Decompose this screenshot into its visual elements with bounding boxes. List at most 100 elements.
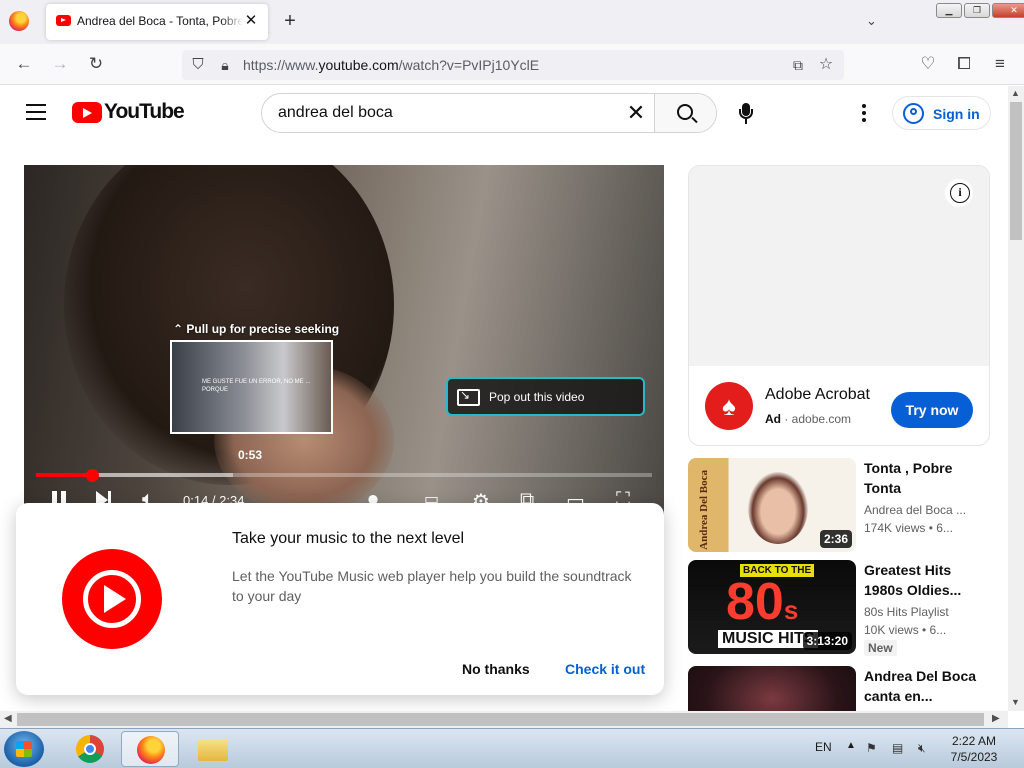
back-icon[interactable]: ← [14,54,34,74]
settings-kebab-icon[interactable] [860,104,868,122]
close-tab-icon[interactable]: ✕ [242,12,260,30]
input-language[interactable]: EN [815,740,832,754]
account-circle-icon [903,103,924,124]
channel-name[interactable]: Andrea del Boca ... [864,503,966,517]
extensions-icon[interactable]: ⧠ [954,54,974,74]
youtube-music-logo-icon [62,549,162,649]
taskbar-file-explorer[interactable] [184,731,242,767]
horizontal-scrollbar[interactable]: ◀ ▶ [0,711,1008,728]
youtube-logo-text[interactable]: YouTube [104,100,185,124]
search-button[interactable] [654,94,716,132]
taskbar-chrome[interactable] [60,731,118,767]
pocket-icon[interactable]: ♡ [918,54,938,74]
lock-icon[interactable]: 🔒︎ [215,55,235,75]
vertical-scrollbar[interactable]: ▲ ▼ [1008,86,1024,711]
new-badge: New [864,640,897,656]
horizontal-scroll-thumb[interactable] [17,713,984,726]
youtube-favicon-icon [56,15,71,26]
seek-hover-time: 0:53 [238,448,263,462]
taskbar-firefox[interactable] [121,731,179,767]
ad-card[interactable]: ♠ Adobe Acrobat Ad · adobe.com Try now [688,165,990,446]
scroll-down-arrow-icon[interactable]: ▼ [1011,697,1020,707]
browser-toolbar: ← → ↻ ⛉ 🔒︎ https://www.youtube.com/watch… [0,44,1024,85]
search-input[interactable] [262,94,656,132]
guide-menu-icon[interactable] [26,104,46,120]
list-all-tabs-icon[interactable]: ⌄ [866,13,877,29]
new-tab-button[interactable]: + [280,11,300,31]
tab-title: Andrea del Boca - Tonta, Pobre [77,14,243,28]
youtube-music-promo-dialog: Take your music to the next level Let th… [16,503,664,695]
video-thumbnail[interactable] [688,666,856,711]
chrome-icon [76,735,104,763]
minimize-window-button[interactable]: ▁ [936,3,962,18]
voice-search-mic-icon[interactable] [732,99,760,127]
network-icon[interactable]: ▤ [892,741,906,755]
bookmark-star-icon[interactable]: ☆ [816,55,836,75]
ad-badge: Ad [765,412,781,426]
video-thumbnail[interactable]: BACK TO THE 80s MUSIC HITS 3:13:20 [688,560,856,654]
video-title[interactable]: Tonta , Pobre Tonta [864,458,982,498]
folder-icon [198,739,228,761]
precise-seeking-hint: ⌃ Pull up for precise seeking [173,322,340,336]
clock-time: 2:22 AM [951,734,997,748]
ad-media[interactable] [689,166,989,366]
seek-preview-thumbnail: ME GUSTE FUE UN ERROR, NO ME ... PORQUE [170,340,333,434]
ad-info-icon[interactable] [945,179,973,207]
close-window-button[interactable]: ✕ [992,3,1024,18]
scrubber-handle[interactable] [86,469,100,482]
no-thanks-button[interactable]: No thanks [462,661,530,677]
system-clock[interactable]: 2:22 AM 7/5/2023 [944,733,1004,765]
seek-preview-caption: ME GUSTE FUE UN ERROR, NO ME ... PORQUE [202,379,311,393]
reload-icon[interactable]: ↻ [86,54,106,74]
action-center-flag-icon[interactable]: ⚑ [866,741,880,755]
thumbnail-text: Andrea Del Boca [698,470,710,550]
firefox-icon[interactable] [9,11,29,31]
video-thumbnail[interactable]: Andrea Del Boca 2:36 [688,458,856,552]
maximize-window-button[interactable]: ❐ [964,3,990,18]
video-title[interactable]: Andrea Del Boca canta en... [864,666,982,706]
app-menu-icon[interactable]: ≡ [990,54,1010,74]
tracking-protection-shield-icon[interactable]: ⛉ [188,55,208,75]
scroll-up-arrow-icon[interactable]: ▲ [1011,88,1020,98]
url-text[interactable]: https://www.youtube.com/watch?v=PvIPj10Y… [243,57,539,73]
start-button-icon[interactable] [4,731,44,767]
recommendation-item[interactable]: BACK TO THE 80s MUSIC HITS 3:13:20 Great… [688,560,990,656]
ad-domain: adobe.com [791,412,852,426]
promo-body: Let the YouTube Music web player help yo… [232,568,632,604]
youtube-logo-icon[interactable] [72,102,102,123]
recommendation-item[interactable]: Andrea Del Boca 2:36 Tonta , Pobre Tonta… [688,458,990,552]
played-bar [36,473,93,477]
sign-in-button[interactable]: Sign in [892,96,991,130]
video-duration: 3:13:20 [802,632,852,650]
forward-icon[interactable]: → [50,54,70,74]
pop-out-label: Pop out this video [489,390,585,404]
windows-taskbar: EN ▲ ⚑ ▤ 🔇︎ 2:22 AM 7/5/2023 [0,728,1024,768]
search-icon [677,104,693,120]
scroll-left-arrow-icon[interactable]: ◀ [4,713,12,724]
video-meta: 10K views • 6... [864,623,947,637]
browser-tab[interactable]: Andrea del Boca - Tonta, Pobre ✕ [46,4,268,40]
progress-bar[interactable] [36,469,652,482]
ad-title[interactable]: Adobe Acrobat [765,386,870,404]
firefox-taskbar-icon [137,736,165,764]
check-it-out-button[interactable]: Check it out [565,661,645,677]
clear-search-icon[interactable]: ✕ [624,101,648,125]
try-now-button[interactable]: Try now [891,392,973,428]
adobe-acrobat-logo-icon: ♠ [705,382,753,430]
pop-out-video-button[interactable]: Pop out this video [446,377,645,416]
channel-name[interactable]: 80s Hits Playlist [864,605,949,619]
video-player[interactable]: ⌃ Pull up for precise seeking ME GUSTE F… [24,165,664,525]
scroll-right-arrow-icon[interactable]: ▶ [992,713,1000,724]
address-bar[interactable]: ⛉ 🔒︎ https://www.youtube.com/watch?v=PvI… [182,50,844,80]
speaker-muted-icon[interactable]: 🔇︎ [918,741,932,755]
vertical-scroll-thumb[interactable] [1010,102,1022,240]
recommendation-item[interactable]: Andrea Del Boca canta en... [688,666,990,711]
video-duration: 2:36 [819,530,852,548]
sign-in-label: Sign in [933,106,980,122]
video-title[interactable]: Greatest Hits 1980s Oldies... [864,560,982,600]
show-hidden-icons-icon[interactable]: ▲ [846,740,856,751]
video-meta: 174K views • 6... [864,521,953,535]
ad-meta: Ad · adobe.com [765,412,852,426]
picture-in-picture-icon[interactable]: ⧉ [788,55,808,75]
search-box: ✕ [261,93,717,133]
